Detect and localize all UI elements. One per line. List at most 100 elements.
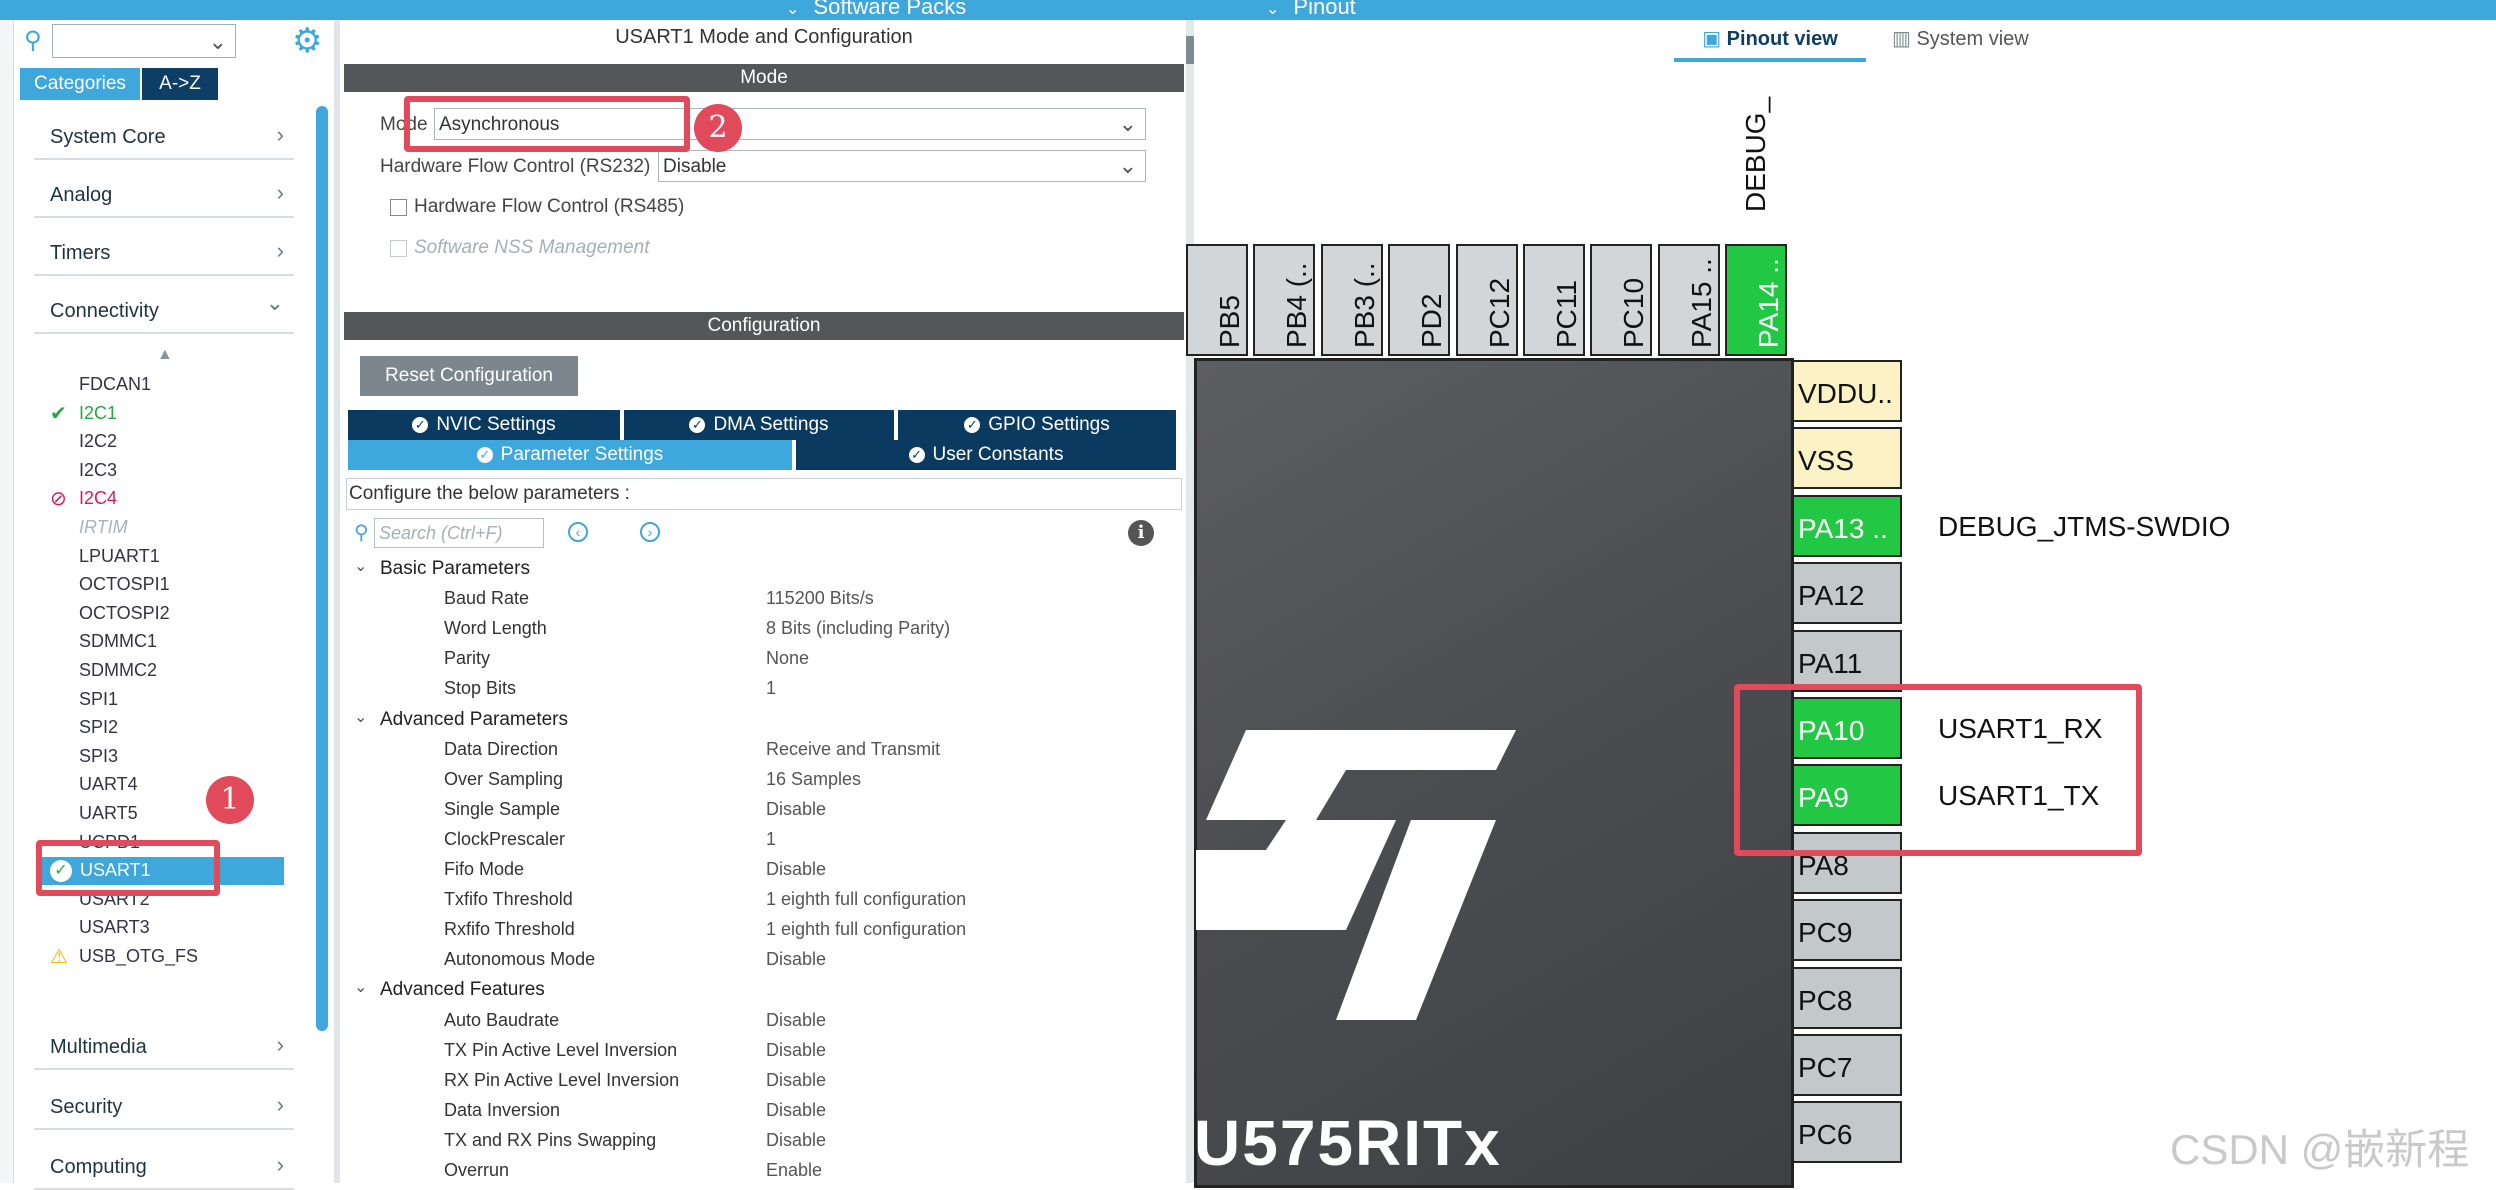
chip-part-number: U575RITx: [1194, 1107, 1502, 1179]
pin-label: PA11: [1798, 647, 1863, 679]
param-row[interactable]: Over Sampling 16 Samples: [444, 766, 1184, 796]
chevron-right-icon: ›: [276, 180, 284, 205]
param-row[interactable]: TX Pin Active Level Inversion Disable: [444, 1037, 1184, 1067]
param-row[interactable]: Data Inversion Disable: [444, 1097, 1184, 1127]
collapse-chevron-icon: ⌄: [354, 708, 368, 726]
category-multimedia[interactable]: Multimedia ›: [34, 1026, 294, 1070]
pin-pa13[interactable]: PA13 ..: [1792, 494, 1902, 557]
param-name: Auto Baudrate: [444, 1009, 560, 1030]
param-row[interactable]: TX and RX Pins Swapping Disable: [444, 1127, 1184, 1157]
param-row[interactable]: Baud Rate 115200 Bits/s: [444, 585, 1184, 615]
tab-system-view[interactable]: ▥ System view: [1892, 26, 2052, 62]
category-list-scrollbar[interactable]: [316, 106, 328, 1031]
pin-pc9[interactable]: PC9: [1792, 899, 1902, 962]
pinout-menu[interactable]: ⌄ Pinout: [1266, 0, 1356, 20]
tab-gpio-settings[interactable]: ✓ GPIO Settings: [898, 410, 1176, 440]
splitter-handle-icon[interactable]: [1186, 36, 1194, 64]
parameter-search-input[interactable]: Search (Ctrl+F): [374, 518, 544, 548]
pin-pa12[interactable]: PA12: [1792, 562, 1902, 625]
pin-pc6[interactable]: PC6: [1792, 1101, 1902, 1164]
pin-pc12[interactable]: PC12: [1455, 244, 1518, 356]
category-search-select[interactable]: ⌄: [52, 24, 236, 58]
param-row[interactable]: Parity None: [444, 645, 1184, 675]
collapse-chevron-icon: ⌄: [354, 979, 368, 997]
next-match-icon[interactable]: ›: [640, 522, 660, 542]
category-timers[interactable]: Timers ›: [34, 232, 294, 276]
param-row[interactable]: RX Pin Active Level Inversion Disable: [444, 1067, 1184, 1097]
pin-pa14[interactable]: PA14 ..: [1725, 244, 1788, 356]
pin-label: PB3 (..: [1348, 262, 1380, 348]
param-row[interactable]: Stop Bits 1: [444, 675, 1184, 705]
param-value: None: [766, 648, 810, 669]
param-value: 1 eighth full configuration: [766, 889, 967, 910]
peripheral-label: FDCAN1: [79, 374, 152, 394]
pin-vss[interactable]: VSS: [1792, 427, 1902, 490]
pin-label: PA12: [1798, 580, 1865, 612]
reset-configuration-button[interactable]: Reset Configuration: [360, 356, 578, 396]
pin-pb4[interactable]: PB4 (..: [1253, 244, 1316, 356]
software-packs-menu[interactable]: ⌄ Software Packs: [786, 0, 966, 20]
param-row[interactable]: Word Length 8 Bits (including Parity): [444, 615, 1184, 645]
tab-categories[interactable]: Categories: [20, 68, 140, 100]
pinout-view-label: Pinout view: [1726, 28, 1838, 50]
pin-pd2[interactable]: PD2: [1388, 244, 1451, 356]
tab-dma-settings[interactable]: ✓ DMA Settings: [624, 410, 896, 440]
system-view-label: System view: [1916, 28, 2029, 50]
rs485-checkbox[interactable]: [390, 199, 407, 216]
pin-label: PC10: [1618, 277, 1650, 348]
tab-user-constants[interactable]: ✓ User Constants: [796, 440, 1176, 470]
pin-pa11[interactable]: PA11: [1792, 629, 1902, 692]
peripheral-label: SPI2: [79, 717, 119, 738]
param-row[interactable]: Auto Baudrate Disable: [444, 1007, 1184, 1037]
tab-parameter-settings[interactable]: ✓ Parameter Settings: [348, 440, 794, 470]
previous-match-icon[interactable]: ‹: [568, 522, 588, 542]
search-icon[interactable]: ⚲: [24, 29, 46, 53]
pin-label: PA13 ..: [1798, 512, 1888, 544]
pin-pa15[interactable]: PA15 ..: [1657, 244, 1720, 356]
param-row[interactable]: Single Sample Disable: [444, 796, 1184, 826]
pin-label: PC9: [1798, 917, 1853, 949]
pin-pc11[interactable]: PC11: [1523, 244, 1585, 356]
pin-pb3[interactable]: PB3 (..: [1320, 244, 1383, 356]
param-value: 16 Samples: [766, 768, 862, 789]
grid-icon: ▥: [1892, 28, 1911, 50]
param-row[interactable]: Fifo Mode Disable: [444, 856, 1184, 886]
category-security[interactable]: Security ›: [34, 1086, 294, 1130]
param-name: Overrun: [444, 1160, 510, 1180]
category-computing[interactable]: Computing ›: [34, 1146, 294, 1190]
tab-a-to-z[interactable]: A->Z: [142, 68, 218, 100]
peripheral-label: IRTIM: [79, 517, 128, 537]
tab-nvic-settings[interactable]: ✓ NVIC Settings: [348, 410, 622, 440]
param-group-label: Advanced Parameters: [380, 708, 568, 730]
splitter-bar[interactable]: [1186, 20, 1194, 1183]
pin-label: PC6: [1798, 1119, 1853, 1151]
pin-label: PC12: [1483, 277, 1515, 348]
param-row[interactable]: Autonomous Mode Disable: [444, 946, 1184, 976]
category-connectivity[interactable]: Connectivity ⌄: [34, 290, 294, 334]
param-name: Autonomous Mode: [444, 949, 596, 970]
category-label: Timers: [50, 242, 111, 264]
param-row[interactable]: Data Direction Receive and Transmit: [444, 736, 1184, 766]
category-label: Analog: [50, 184, 113, 206]
pin-pc10[interactable]: PC10: [1590, 244, 1653, 356]
param-value: Disable: [766, 1039, 827, 1060]
pin-vddu..[interactable]: VDDU..: [1792, 360, 1902, 422]
chevron-down-icon: ⌄: [1266, 1, 1280, 18]
category-system-core[interactable]: System Core ›: [34, 116, 294, 160]
peripheral-label: I2C1: [79, 402, 118, 423]
scroll-up-icon[interactable]: ▲: [157, 346, 173, 364]
param-row[interactable]: Txfifo Threshold 1 eighth full configurat…: [444, 886, 1184, 916]
param-row[interactable]: ClockPrescaler 1: [444, 826, 1184, 856]
pin-pc7[interactable]: PC7: [1792, 1034, 1902, 1096]
info-icon[interactable]: i: [1128, 520, 1154, 546]
pin-pc8[interactable]: PC8: [1792, 966, 1902, 1029]
pin-pb5[interactable]: PB5: [1186, 244, 1248, 356]
gear-icon[interactable]: ⚙: [292, 24, 322, 58]
hw-flow-rs232-select[interactable]: Disable ⌄: [658, 150, 1146, 182]
param-row[interactable]: Rxfifo Threshold 1 eighth full configurat…: [444, 916, 1184, 946]
nss-label: Software NSS Management: [414, 237, 650, 258]
category-label: Computing: [50, 1156, 147, 1178]
param-value: Disable: [766, 1099, 827, 1120]
tab-pinout-view[interactable]: ▣ Pinout view: [1674, 26, 1866, 62]
category-analog[interactable]: Analog ›: [34, 174, 294, 218]
